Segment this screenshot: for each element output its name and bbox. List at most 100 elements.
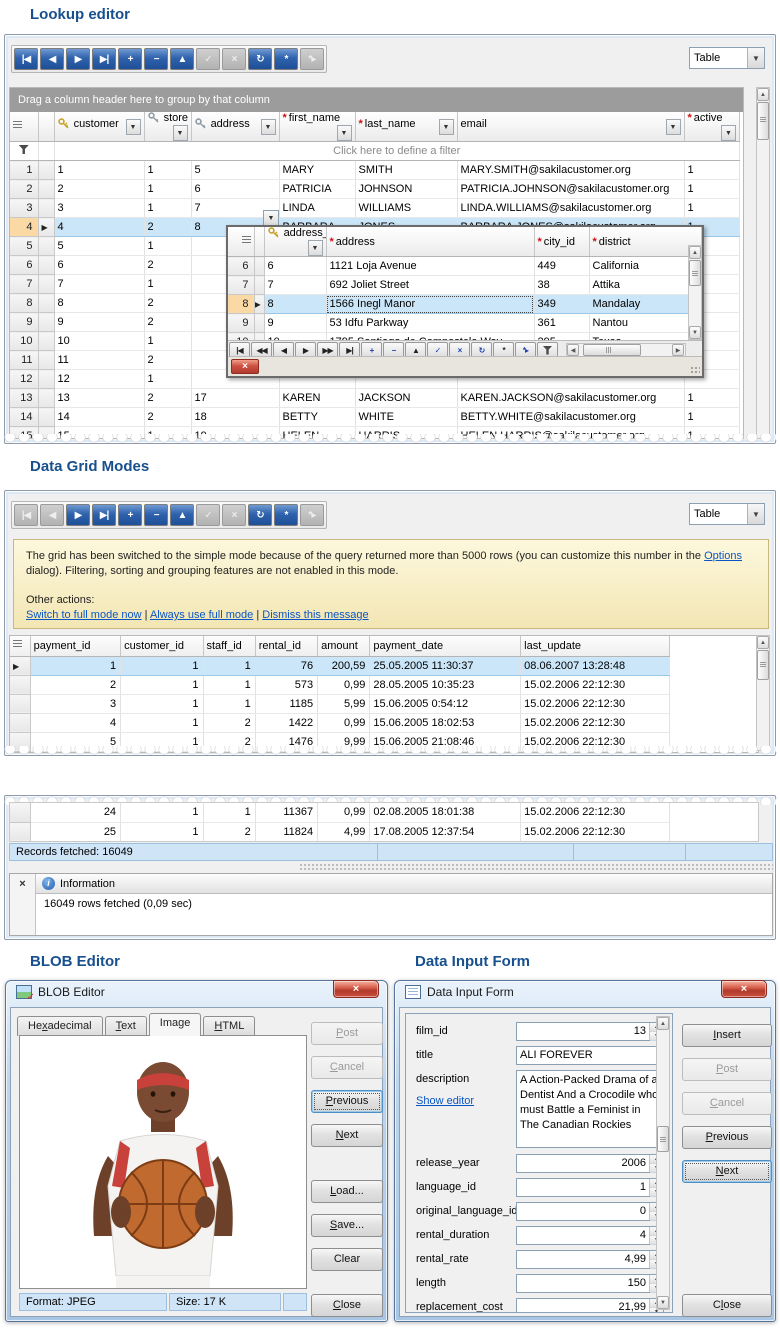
- toolbar-button-icon[interactable]: ▶: [66, 504, 90, 526]
- column-header[interactable]: staff_id: [203, 636, 255, 656]
- panel-splitter[interactable]: [9, 862, 773, 872]
- dialog-button[interactable]: Next: [311, 1124, 383, 1147]
- tab[interactable]: HTML: [203, 1016, 255, 1036]
- toolbar-button-icon[interactable]: ▲: [170, 504, 194, 526]
- column-header[interactable]: *store ▼: [144, 112, 191, 142]
- close-icon[interactable]: [333, 980, 379, 998]
- close-information-button[interactable]: ×: [10, 874, 36, 935]
- scrollbar-thumb[interactable]: [757, 102, 769, 140]
- column-header[interactable]: last_update: [521, 636, 670, 656]
- toolbar-button-icon[interactable]: |◀: [14, 504, 38, 526]
- table-row[interactable]: 9 953 Idfu Parkway361Nantou: [228, 314, 702, 333]
- field-input[interactable]: 1 ▲▼: [516, 1178, 664, 1197]
- toolbar-button-icon[interactable]: ▲: [170, 48, 194, 70]
- lookup-vertical-scrollbar[interactable]: [756, 87, 770, 439]
- table-row[interactable]: 8 81566 Inegl Manor349Mandalay: [228, 295, 702, 314]
- field-input[interactable]: 150 ▲▼: [516, 1274, 664, 1293]
- view-mode-combobox[interactable]: Table ▼: [689, 47, 765, 69]
- toolbar-button-icon[interactable]: ◀: [40, 48, 64, 70]
- toolbar-button-icon[interactable]: *▸: [300, 504, 324, 526]
- popup-vertical-scrollbar[interactable]: [688, 245, 702, 340]
- dialog-button[interactable]: Previous: [311, 1090, 383, 1113]
- table-row[interactable]: 412 14220,9915.06.2005 18:02:5315.02.200…: [10, 713, 670, 732]
- column-filter-dropdown[interactable]: ▼: [666, 119, 681, 135]
- corner-cell[interactable]: [10, 112, 38, 142]
- scrollbar-thumb[interactable]: [583, 344, 641, 356]
- scroll-up-button[interactable]: [757, 636, 769, 649]
- column-filter-dropdown[interactable]: ▼: [721, 125, 736, 141]
- column-header[interactable]: *address_id ▼: [264, 227, 326, 257]
- table-row[interactable]: 2 216 PATRICIAJOHNSONPATRICIA.JOHNSON@sa…: [10, 180, 740, 199]
- column-header[interactable]: rental_id: [255, 636, 317, 656]
- table-row[interactable]: 311 11855,9915.06.2005 0:54:1215.02.2006…: [10, 694, 670, 713]
- column-filter-dropdown[interactable]: ▼: [337, 125, 352, 141]
- toolbar-button-icon[interactable]: ▶: [66, 48, 90, 70]
- field-input[interactable]: A Action-Packed Drama of a Dentist And a…: [516, 1070, 664, 1148]
- column-header[interactable]: *address ▼: [191, 112, 279, 142]
- toolbar-button-icon[interactable]: ✓: [196, 48, 220, 70]
- column-header[interactable]: *first_name ▼: [279, 112, 355, 142]
- dismiss-message-link[interactable]: Dismiss this message: [262, 609, 368, 621]
- toolbar-button-icon[interactable]: ×: [222, 504, 246, 526]
- dialog-button[interactable]: Next: [682, 1160, 772, 1183]
- payment-vertical-scrollbar[interactable]: [756, 635, 770, 751]
- scrollbar-thumb[interactable]: [689, 260, 701, 286]
- toolbar-button-icon[interactable]: ↻: [248, 48, 272, 70]
- toolbar-button-icon[interactable]: ▶|: [92, 48, 116, 70]
- column-filter-dropdown[interactable]: ▼: [173, 125, 188, 141]
- close-icon[interactable]: [721, 980, 767, 998]
- dialog-button[interactable]: Insert: [682, 1024, 772, 1047]
- scroll-up-button[interactable]: [689, 246, 701, 259]
- filter-row[interactable]: Click here to define a filter: [10, 142, 740, 161]
- column-header[interactable]: *address ▼: [326, 227, 534, 257]
- scroll-up-button[interactable]: [757, 88, 769, 101]
- toolbar-button-icon[interactable]: *: [274, 504, 298, 526]
- field-input[interactable]: 2006 ▲▼: [516, 1154, 664, 1173]
- column-header[interactable]: payment_date: [370, 636, 521, 656]
- column-filter-dropdown[interactable]: ▼: [126, 119, 141, 135]
- column-header[interactable]: *customer ▼: [54, 112, 144, 142]
- table-row[interactable]: 1 115 MARYSMITHMARY.SMITH@sakilacustomer…: [10, 161, 740, 180]
- toolbar-button-icon[interactable]: −: [144, 48, 168, 70]
- scrollbar-thumb[interactable]: [757, 650, 769, 680]
- popup-horizontal-scrollbar[interactable]: [566, 343, 686, 357]
- dialog-button[interactable]: Cancel: [311, 1056, 383, 1079]
- toolbar-button-icon[interactable]: +: [118, 48, 142, 70]
- field-input[interactable]: ALI FOREVER ▲▼: [516, 1046, 664, 1065]
- scroll-down-button[interactable]: [657, 1296, 669, 1309]
- switch-full-mode-link[interactable]: Switch to full mode now: [26, 609, 142, 621]
- column-filter-dropdown[interactable]: ▼: [261, 119, 276, 135]
- toolbar-button-icon[interactable]: ◀: [40, 504, 64, 526]
- always-full-mode-link[interactable]: Always use full mode: [150, 609, 253, 621]
- table-row[interactable]: 211 5730,9928.05.2005 10:35:2315.02.2006…: [10, 675, 670, 694]
- scroll-right-button[interactable]: [672, 344, 684, 356]
- group-by-panel[interactable]: Drag a column header here to group by th…: [10, 88, 743, 112]
- column-header[interactable]: payment_id: [30, 636, 120, 656]
- field-input[interactable]: 0 ▲▼: [516, 1202, 664, 1221]
- scroll-down-button[interactable]: [689, 326, 701, 339]
- tab[interactable]: Image: [149, 1013, 202, 1036]
- table-row[interactable]: 6 61121 Loja Avenue449California: [228, 257, 702, 276]
- dialog-button[interactable]: Cancel: [682, 1092, 772, 1115]
- column-header[interactable]: *city_id ▼: [534, 227, 589, 257]
- chevron-down-icon[interactable]: ▼: [747, 504, 764, 524]
- scroll-up-button[interactable]: [657, 1017, 669, 1030]
- dialog-button[interactable]: Post: [311, 1022, 383, 1045]
- dialog-button[interactable]: Previous: [682, 1126, 772, 1149]
- dialog-button[interactable]: Load...: [311, 1180, 383, 1203]
- table-row[interactable]: 111 76200,5925.05.2005 11:30:3708.06.200…: [10, 656, 670, 675]
- scrollbar-thumb[interactable]: [657, 1126, 669, 1152]
- column-filter-dropdown[interactable]: ▼: [439, 119, 454, 135]
- field-input[interactable]: 4 ▲▼: [516, 1226, 664, 1245]
- table-row[interactable]: 2512 118244,9917.08.2005 12:37:5415.02.2…: [10, 822, 670, 841]
- popup-close-button[interactable]: ×: [231, 359, 259, 374]
- dialog-button[interactable]: Clear: [311, 1248, 383, 1271]
- tab[interactable]: Hexadecimal: [17, 1016, 103, 1036]
- view-mode-combobox[interactable]: Table ▼: [689, 503, 765, 525]
- dialog-button[interactable]: Save...: [311, 1214, 383, 1237]
- dialog-button[interactable]: Close: [682, 1294, 772, 1317]
- resize-grip[interactable]: [690, 366, 700, 374]
- table-row[interactable]: 2411 113670,9902.08.2005 18:01:3815.02.2…: [10, 803, 670, 822]
- column-filter-dropdown[interactable]: ▼: [308, 240, 323, 256]
- column-header[interactable]: *last_name ▼: [355, 112, 457, 142]
